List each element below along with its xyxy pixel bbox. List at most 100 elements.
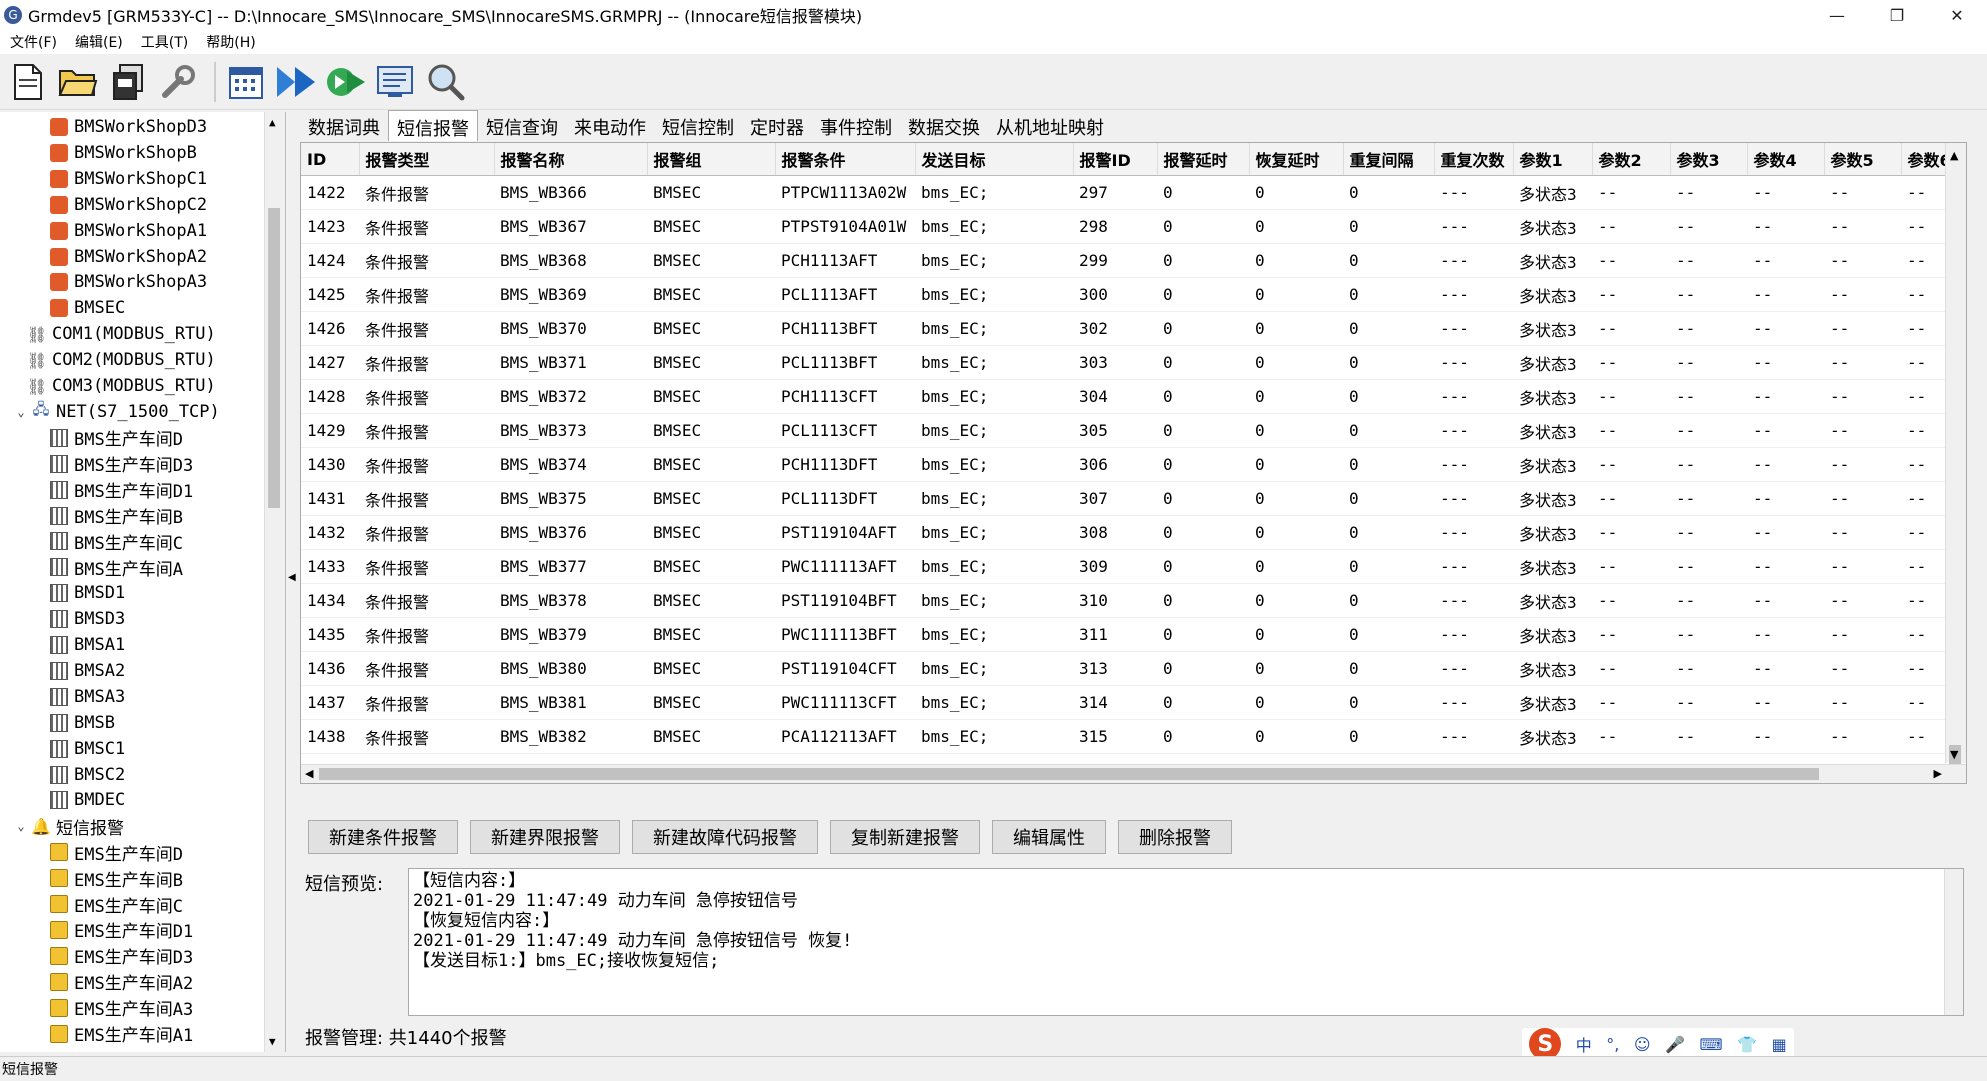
table-cell[interactable]: BMSEC (647, 549, 775, 584)
table-cell[interactable]: -- (1592, 413, 1670, 448)
table-cell[interactable]: --- (1434, 209, 1513, 244)
table-row[interactable]: 1422 条件报警 BMS_WB366 BMSEC PTPCW1113A02W bms_E… (301, 175, 1961, 210)
new-fault-code-alarm-button[interactable]: 新建故障代码报警 (632, 820, 818, 854)
edit-properties-button[interactable]: 编辑属性 (992, 820, 1106, 854)
table-cell[interactable]: BMSEC (647, 243, 775, 278)
table-cell[interactable]: -- (1824, 549, 1901, 584)
menu-help[interactable]: 帮助(H) (196, 32, 263, 52)
table-cell[interactable]: bms_EC; (915, 685, 1073, 720)
table-cell[interactable]: -- (1747, 617, 1824, 652)
table-cell[interactable]: 多状态3 (1513, 719, 1592, 754)
table-cell[interactable]: 多状态3 (1513, 413, 1592, 448)
table-cell[interactable]: -- (1670, 413, 1747, 448)
table-cell[interactable]: -- (1747, 277, 1824, 312)
table-cell[interactable]: -- (1747, 413, 1824, 448)
table-cell[interactable]: PTPST9104A01W (775, 209, 915, 244)
table-cell[interactable]: 条件报警 (359, 685, 494, 720)
table-cell[interactable]: 1432 (301, 515, 359, 550)
menu-edit[interactable]: 编辑(E) (65, 32, 131, 52)
table-cell[interactable]: -- (1670, 481, 1747, 516)
table-cell[interactable]: 0 (1157, 175, 1249, 210)
table-cell[interactable]: 1437 (301, 685, 359, 720)
table-cell[interactable]: 多状态3 (1513, 243, 1592, 278)
expand-arrow-icon[interactable]: ⌄ (14, 405, 28, 419)
table-cell[interactable]: BMS_WB380 (494, 651, 647, 686)
table-cell[interactable]: 0 (1249, 583, 1343, 618)
table-cell[interactable]: --- (1434, 277, 1513, 312)
table-cell[interactable]: -- (1824, 685, 1901, 720)
preview-scrollbar[interactable] (1944, 869, 1963, 1015)
table-cell[interactable]: 0 (1157, 583, 1249, 618)
table-cell[interactable]: -- (1824, 175, 1901, 210)
table-cell[interactable]: --- (1434, 175, 1513, 210)
table-cell[interactable]: 条件报警 (359, 651, 494, 686)
table-cell[interactable]: 多状态3 (1513, 617, 1592, 652)
table-cell[interactable]: PST119104BFT (775, 583, 915, 618)
table-cell[interactable]: 0 (1343, 413, 1434, 448)
table-cell[interactable]: --- (1434, 719, 1513, 754)
table-cell[interactable]: PST119104CFT (775, 651, 915, 686)
table-cell[interactable]: 305 (1073, 413, 1157, 448)
table-cell[interactable]: --- (1434, 685, 1513, 720)
tree-item[interactable]: BMS生产车间D3 (50, 451, 193, 477)
tree-item[interactable]: BMSWorkShopD3 (50, 114, 207, 140)
table-cell[interactable]: BMS_WB367 (494, 209, 647, 244)
tree-item[interactable]: BMSA1 (50, 632, 125, 658)
scroll-left-icon[interactable]: ◀ (305, 767, 313, 780)
table-cell[interactable]: 0 (1343, 243, 1434, 278)
expand-arrow-icon[interactable]: ⌄ (14, 819, 28, 833)
tree-item[interactable]: EMS生产车间D3 (50, 943, 193, 969)
table-cell[interactable]: 多状态3 (1513, 311, 1592, 346)
table-cell[interactable]: 0 (1249, 651, 1343, 686)
table-cell[interactable]: PCH1113BFT (775, 311, 915, 346)
table-cell[interactable]: -- (1592, 549, 1670, 584)
table-cell[interactable]: BMS_WB373 (494, 413, 647, 448)
table-cell[interactable]: -- (1824, 379, 1901, 414)
tree-item[interactable]: EMS生产车间A1 (50, 1021, 193, 1047)
column-header[interactable]: 参数4 (1747, 143, 1825, 176)
table-cell[interactable]: 多状态3 (1513, 515, 1592, 550)
table-cell[interactable]: 0 (1249, 413, 1343, 448)
tree-scroll-thumb[interactable] (268, 208, 280, 508)
table-cell[interactable]: 多状态3 (1513, 651, 1592, 686)
table-cell[interactable]: 条件报警 (359, 277, 494, 312)
table-cell[interactable]: -- (1592, 209, 1670, 244)
collapse-arrow-icon[interactable]: ◀ (288, 572, 296, 583)
table-cell[interactable]: -- (1670, 617, 1747, 652)
table-cell[interactable]: -- (1670, 447, 1747, 482)
ime-emoji-icon[interactable]: ☺ (1634, 1035, 1651, 1054)
table-cell[interactable]: 0 (1157, 277, 1249, 312)
table-cell[interactable]: 0 (1249, 515, 1343, 550)
table-cell[interactable]: 0 (1157, 515, 1249, 550)
table-cell[interactable]: 1425 (301, 277, 359, 312)
restore-button[interactable]: ❐ (1867, 0, 1927, 30)
table-cell[interactable]: 0 (1157, 413, 1249, 448)
table-cell[interactable]: -- (1670, 175, 1747, 210)
table-cell[interactable]: -- (1824, 515, 1901, 550)
table-row[interactable]: 1436 条件报警 BMS_WB380 BMSEC PST119104CFT bms_EC… (301, 651, 1961, 686)
column-header[interactable]: 恢复延时 (1249, 143, 1344, 176)
table-cell[interactable]: 1422 (301, 175, 359, 210)
table-cell[interactable]: -- (1592, 685, 1670, 720)
column-header[interactable]: 报警组 (647, 143, 776, 176)
minimize-button[interactable]: — (1807, 0, 1867, 30)
table-cell[interactable]: BMSEC (647, 719, 775, 754)
table-cell[interactable]: 条件报警 (359, 481, 494, 516)
table-cell[interactable]: BMS_WB368 (494, 243, 647, 278)
column-header[interactable]: 报警延时 (1157, 143, 1250, 176)
table-cell[interactable]: bms_EC; (915, 651, 1073, 686)
table-scroll-down-icon[interactable]: ▼ (1950, 748, 1958, 761)
table-cell[interactable]: 0 (1157, 345, 1249, 380)
new-limit-alarm-button[interactable]: 新建界限报警 (470, 820, 620, 854)
table-cell[interactable]: --- (1434, 481, 1513, 516)
table-cell[interactable]: 297 (1073, 175, 1157, 210)
table-cell[interactable]: 315 (1073, 719, 1157, 754)
tree-item[interactable]: ⛓ COM2(MODBUS_RTU) (27, 347, 216, 373)
column-header[interactable]: 重复间隔 (1343, 143, 1435, 176)
table-cell[interactable]: bms_EC; (915, 617, 1073, 652)
tree-item[interactable]: BMSC2 (50, 762, 125, 788)
tree-item[interactable]: ⌄ 🖧 NET(S7_1500_TCP) (14, 399, 219, 425)
table-row[interactable]: 1437 条件报警 BMS_WB381 BMSEC PWC111113CFT bms_EC… (301, 685, 1961, 720)
table-row[interactable]: 1435 条件报警 BMS_WB379 BMSEC PWC111113BFT bms_EC… (301, 617, 1961, 652)
table-cell[interactable]: -- (1670, 243, 1747, 278)
